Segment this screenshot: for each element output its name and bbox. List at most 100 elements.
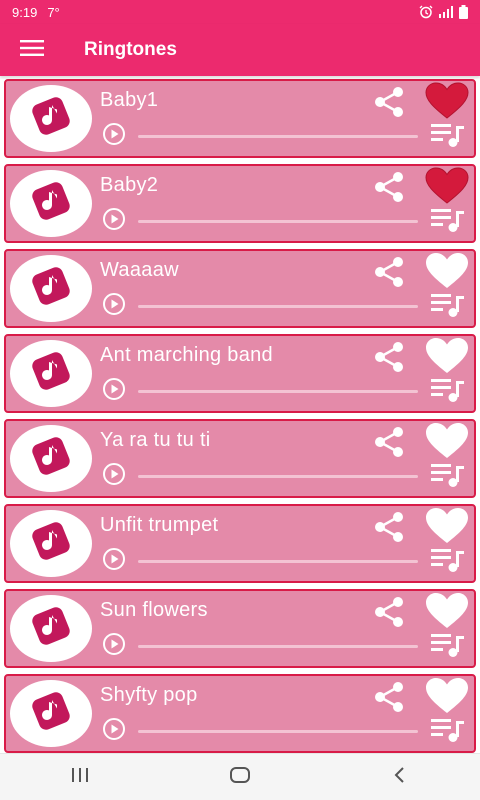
playlist-button[interactable] — [430, 463, 466, 491]
ringtone-avatar — [10, 595, 92, 662]
share-button[interactable] — [372, 171, 406, 206]
share-button[interactable] — [372, 511, 406, 546]
seek-bar[interactable] — [138, 220, 418, 223]
ringtone-title[interactable]: Ant marching band — [100, 344, 273, 367]
favorite-button[interactable] — [424, 592, 470, 635]
share-button[interactable] — [372, 86, 406, 123]
heart-icon — [425, 507, 469, 550]
menu-button[interactable] — [0, 24, 64, 76]
signal-icon — [439, 6, 453, 18]
favorite-button[interactable] — [424, 422, 470, 463]
favorite-button[interactable] — [424, 677, 470, 720]
seek-bar[interactable] — [138, 560, 418, 563]
heart-icon — [425, 166, 469, 210]
heart-icon — [425, 337, 469, 380]
ringtone-title[interactable]: Waaaaw — [100, 259, 179, 282]
ringtone-card[interactable]: Sun flowers — [4, 589, 476, 668]
share-icon — [372, 681, 406, 718]
play-icon — [102, 547, 126, 576]
play-button[interactable] — [102, 717, 126, 746]
playlist-button[interactable] — [430, 718, 466, 746]
play-button[interactable] — [102, 122, 126, 148]
share-button[interactable] — [372, 341, 406, 376]
ringtone-avatar — [10, 170, 92, 237]
ringtone-list[interactable]: Baby1 Baby2 Waaaaw Ant marching band Ya … — [0, 79, 480, 753]
play-icon — [102, 717, 126, 746]
share-icon — [372, 426, 406, 463]
music-note-icon — [26, 601, 76, 656]
ringtone-avatar — [10, 85, 92, 152]
ringtone-title[interactable]: Unfit trumpet — [100, 514, 218, 537]
menu-icon — [20, 39, 44, 62]
play-button[interactable] — [102, 292, 126, 318]
ringtone-title[interactable]: Sun flowers — [100, 599, 208, 622]
ringtone-card[interactable]: Shyfty pop — [4, 674, 476, 753]
seek-bar[interactable] — [138, 645, 418, 648]
back-button[interactable] — [370, 757, 430, 797]
share-icon — [372, 86, 406, 123]
seek-bar[interactable] — [138, 135, 418, 138]
play-icon — [102, 462, 126, 491]
seek-bar[interactable] — [138, 305, 418, 308]
playlist-button[interactable] — [430, 548, 466, 576]
playlist-button[interactable] — [430, 633, 466, 661]
playlist-icon — [431, 377, 465, 408]
playlist-icon — [431, 717, 465, 748]
playlist-button[interactable] — [430, 123, 466, 151]
playlist-icon — [431, 462, 465, 493]
play-icon — [102, 632, 126, 661]
seek-bar[interactable] — [138, 730, 418, 733]
playlist-button[interactable] — [430, 208, 466, 236]
share-button[interactable] — [372, 426, 406, 463]
status-time: 9:19 — [12, 4, 38, 20]
heart-icon — [425, 81, 469, 125]
playlist-icon — [431, 122, 465, 153]
music-note-icon — [26, 261, 76, 316]
ringtone-title[interactable]: Baby1 — [100, 89, 158, 112]
recents-button[interactable] — [50, 757, 110, 797]
music-note-icon — [26, 686, 76, 741]
favorite-button[interactable] — [424, 166, 470, 210]
ringtone-card[interactable]: Baby2 — [4, 164, 476, 243]
ringtone-card[interactable]: Baby1 — [4, 79, 476, 158]
ringtone-title[interactable]: Shyfty pop — [100, 684, 198, 707]
ringtone-card[interactable]: Unfit trumpet — [4, 504, 476, 583]
ringtone-avatar — [10, 680, 92, 747]
ringtone-title[interactable]: Ya ra tu tu ti — [100, 429, 211, 452]
ringtone-card[interactable]: Ya ra tu tu ti — [4, 419, 476, 498]
share-button[interactable] — [372, 256, 406, 291]
heart-icon — [425, 677, 469, 720]
play-button[interactable] — [102, 462, 126, 491]
playlist-button[interactable] — [430, 378, 466, 406]
play-button[interactable] — [102, 547, 126, 576]
ringtone-avatar — [10, 510, 92, 577]
page-title: Ringtones — [84, 39, 177, 60]
play-button[interactable] — [102, 207, 126, 236]
ringtone-avatar — [10, 255, 92, 322]
battery-icon — [459, 5, 468, 19]
favorite-button[interactable] — [424, 252, 470, 293]
seek-bar[interactable] — [138, 475, 418, 478]
alarm-icon — [419, 5, 433, 19]
favorite-button[interactable] — [424, 337, 470, 380]
play-button[interactable] — [102, 377, 126, 403]
recents-icon — [70, 767, 90, 788]
play-icon — [102, 207, 126, 236]
favorite-button[interactable] — [424, 507, 470, 550]
home-button[interactable] — [210, 757, 270, 797]
home-icon — [229, 766, 251, 789]
heart-icon — [425, 592, 469, 635]
favorite-button[interactable] — [424, 81, 470, 125]
playlist-icon — [431, 547, 465, 578]
ringtone-title[interactable]: Baby2 — [100, 174, 158, 197]
ringtone-card[interactable]: Waaaaw — [4, 249, 476, 328]
play-button[interactable] — [102, 632, 126, 661]
share-button[interactable] — [372, 681, 406, 718]
share-button[interactable] — [372, 596, 406, 631]
seek-bar[interactable] — [138, 390, 418, 393]
ringtone-card[interactable]: Ant marching band — [4, 334, 476, 413]
ringtone-avatar — [10, 425, 92, 492]
music-note-icon — [26, 516, 76, 571]
ringtone-avatar — [10, 340, 92, 407]
playlist-button[interactable] — [430, 293, 466, 321]
